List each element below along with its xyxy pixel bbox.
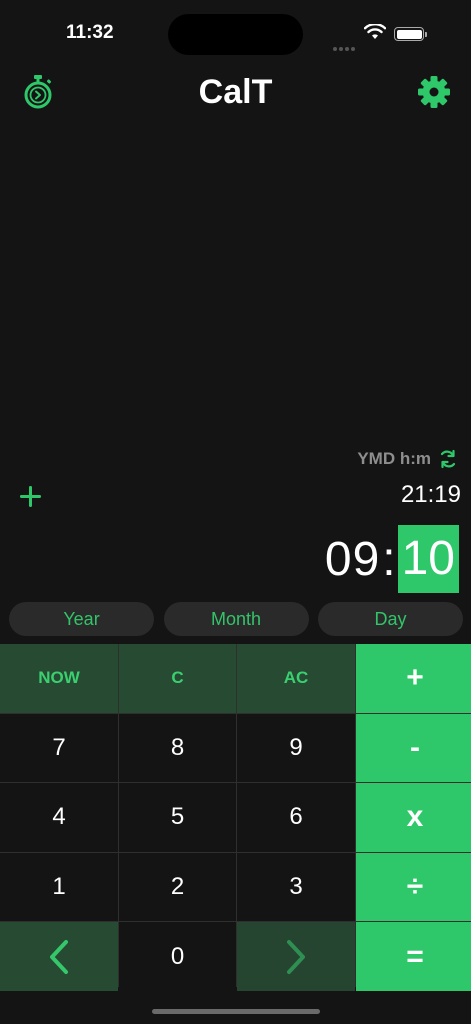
divide-button[interactable]: ÷ — [356, 852, 471, 922]
status-time: 11:32 — [66, 22, 114, 43]
plus-button[interactable]: + — [356, 644, 471, 713]
previous-value: 21:19 — [400, 481, 461, 508]
gear-icon[interactable] — [417, 75, 451, 109]
month-button[interactable]: Month — [163, 602, 309, 636]
digit-4-button[interactable]: 4 — [0, 783, 118, 852]
multiply-button[interactable]: x — [356, 783, 471, 852]
equals-button[interactable]: = — [356, 922, 471, 991]
format-label: YMD h:m — [357, 449, 431, 468]
digit-1-button[interactable]: 1 — [0, 852, 118, 922]
digit-6-button[interactable]: 6 — [237, 783, 355, 852]
add-icon[interactable] — [18, 484, 43, 509]
home-indicator[interactable] — [152, 1009, 320, 1014]
cellular-signal-icon — [333, 38, 357, 56]
clear-button[interactable]: C — [119, 644, 236, 713]
digit-0-button[interactable]: 0 — [119, 922, 236, 991]
wifi-icon — [364, 24, 386, 39]
display-hours[interactable]: 09 — [325, 532, 380, 587]
digit-9-button[interactable]: 9 — [237, 713, 355, 783]
minus-button[interactable]: - — [356, 713, 471, 783]
digit-8-button[interactable]: 8 — [119, 713, 236, 783]
battery-icon — [394, 27, 424, 41]
all-clear-button[interactable]: AC — [237, 644, 355, 713]
keypad: NOW C AC + 7 8 9 - 4 5 6 x 1 2 3 ÷ 0 = — [0, 644, 471, 991]
digit-5-button[interactable]: 5 — [119, 783, 236, 852]
digit-3-button[interactable]: 3 — [237, 852, 355, 922]
stopwatch-icon[interactable] — [22, 74, 54, 110]
display-minutes-selected[interactable]: 10 — [397, 525, 459, 593]
previous-button[interactable] — [0, 922, 118, 991]
now-button[interactable]: NOW — [0, 644, 118, 713]
chevron-right-icon — [287, 939, 305, 974]
chevron-left-icon — [50, 939, 68, 974]
unit-selector: Year Month Day — [9, 602, 463, 636]
top-bar: CalT — [0, 70, 471, 114]
refresh-icon[interactable] — [439, 449, 457, 469]
digit-2-button[interactable]: 2 — [119, 852, 236, 922]
app-title: CalT — [198, 73, 273, 111]
status-bar: 11:32 — [0, 0, 471, 70]
day-button[interactable]: Day — [318, 602, 463, 636]
display-separator: : — [382, 532, 396, 586]
next-button[interactable] — [237, 922, 355, 991]
format-indicator[interactable]: YMD h:m — [357, 446, 457, 472]
main-display: 09 : 10 — [325, 525, 459, 593]
dynamic-island — [168, 14, 303, 55]
digit-7-button[interactable]: 7 — [0, 713, 118, 783]
year-button[interactable]: Year — [9, 602, 154, 636]
